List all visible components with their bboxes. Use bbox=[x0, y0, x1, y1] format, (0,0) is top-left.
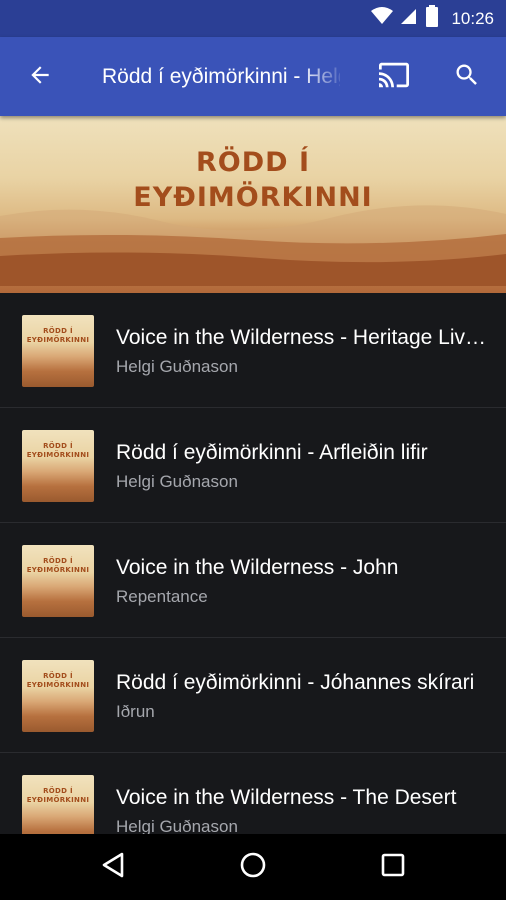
episode-subtitle: Repentance bbox=[116, 587, 208, 606]
list-item[interactable]: RÖDD Í EYÐIMÖRKINNI Voice in the Wildern… bbox=[0, 753, 506, 834]
thumb-title-line1: RÖDD Í bbox=[43, 327, 73, 335]
episode-thumbnail: RÖDD Í EYÐIMÖRKINNI bbox=[22, 545, 94, 617]
episode-thumbnail: RÖDD Í EYÐIMÖRKINNI bbox=[22, 775, 94, 834]
episode-title: Voice in the Wilderness - Heritage Lives bbox=[116, 326, 486, 349]
podcast-banner: RÖDD Í EYÐIMÖRKINNI bbox=[0, 116, 506, 293]
thumb-title-line2: EYÐIMÖRKINNI bbox=[26, 451, 90, 459]
status-bar: 10:26 bbox=[0, 0, 506, 37]
navigation-bar bbox=[0, 834, 506, 900]
list-item[interactable]: RÖDD Í EYÐIMÖRKINNI Voice in the Wildern… bbox=[0, 293, 506, 408]
list-item[interactable]: RÖDD Í EYÐIMÖRKINNI Rödd í eyðimörkinni … bbox=[0, 638, 506, 753]
title-fade bbox=[300, 57, 346, 97]
thumb-title-line1: RÖDD Í bbox=[43, 672, 73, 680]
wifi-icon bbox=[371, 7, 394, 30]
episode-subtitle: Helgi Guðnason bbox=[116, 472, 238, 491]
episode-title: Rödd í eyðimörkinni - Jóhannes skírari bbox=[116, 671, 475, 694]
nav-back-button[interactable] bbox=[83, 847, 143, 887]
nav-home-icon bbox=[239, 851, 267, 884]
nav-back-icon bbox=[100, 851, 126, 884]
episode-thumbnail: RÖDD Í EYÐIMÖRKINNI bbox=[22, 430, 94, 502]
back-button[interactable] bbox=[18, 55, 62, 99]
cast-button[interactable] bbox=[371, 55, 417, 99]
thumb-title-line2: EYÐIMÖRKINNI bbox=[26, 566, 90, 574]
thumb-title-line1: RÖDD Í bbox=[43, 557, 73, 565]
nav-home-button[interactable] bbox=[223, 847, 283, 887]
search-icon bbox=[453, 61, 481, 94]
episode-list: RÖDD Í EYÐIMÖRKINNI Voice in the Wildern… bbox=[0, 293, 506, 834]
episode-subtitle: Iðrun bbox=[116, 702, 155, 721]
thumb-title-line2: EYÐIMÖRKINNI bbox=[26, 681, 90, 689]
battery-icon bbox=[425, 5, 439, 32]
nav-recents-button[interactable] bbox=[363, 847, 423, 887]
app-bar: Rödd í eyðimörkinni - Helgi Guðnason bbox=[0, 37, 506, 116]
arrow-back-icon bbox=[27, 62, 53, 93]
signal-icon bbox=[401, 7, 417, 30]
banner-title-line2: EYÐIMÖRKINNI bbox=[133, 182, 373, 213]
episode-title: Voice in the Wilderness - The Desert bbox=[116, 786, 457, 809]
episode-thumbnail: RÖDD Í EYÐIMÖRKINNI bbox=[22, 315, 94, 387]
episode-thumbnail: RÖDD Í EYÐIMÖRKINNI bbox=[22, 660, 94, 732]
banner-title-line1: RÖDD Í bbox=[195, 147, 310, 178]
nav-recents-icon bbox=[380, 852, 406, 883]
list-item[interactable]: RÖDD Í EYÐIMÖRKINNI Rödd í eyðimörkinni … bbox=[0, 408, 506, 523]
episode-title: Rödd í eyðimörkinni - Arfleiðin lifir bbox=[116, 441, 428, 464]
episode-title: Voice in the Wilderness - John bbox=[116, 556, 399, 579]
episode-subtitle: Helgi Guðnason bbox=[116, 817, 238, 834]
thumb-title-line2: EYÐIMÖRKINNI bbox=[26, 336, 90, 344]
list-item[interactable]: RÖDD Í EYÐIMÖRKINNI Voice in the Wildern… bbox=[0, 523, 506, 638]
thumb-title-line1: RÖDD Í bbox=[43, 442, 73, 450]
thumb-title-line2: EYÐIMÖRKINNI bbox=[26, 796, 90, 804]
status-time: 10:26 bbox=[451, 8, 494, 28]
episode-subtitle: Helgi Guðnason bbox=[116, 357, 238, 376]
thumb-title-line1: RÖDD Í bbox=[43, 787, 73, 795]
search-button[interactable] bbox=[444, 55, 490, 99]
cast-icon bbox=[377, 60, 411, 95]
